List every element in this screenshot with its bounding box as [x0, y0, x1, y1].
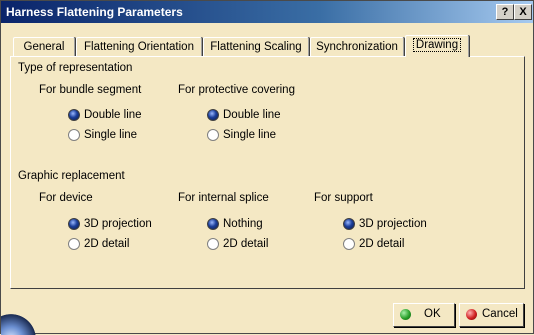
- window-title: Harness Flattening Parameters: [6, 5, 183, 19]
- covering-single-line-radio[interactable]: [207, 129, 219, 141]
- tab-flattening-scaling[interactable]: Flattening Scaling: [203, 37, 309, 56]
- support-2d-detail-radio[interactable]: [343, 238, 355, 250]
- close-button[interactable]: X: [514, 4, 532, 20]
- ok-button[interactable]: OK: [393, 303, 455, 327]
- replacement-heading: Graphic replacement: [18, 170, 125, 182]
- support-3d-projection-label[interactable]: 3D projection: [359, 218, 427, 230]
- tab-general[interactable]: General: [13, 37, 75, 56]
- splice-nothing-label[interactable]: Nothing: [223, 218, 263, 230]
- help-button[interactable]: ?: [496, 4, 514, 20]
- bundle-single-line-label[interactable]: Single line: [84, 129, 137, 141]
- device-label: For device: [39, 192, 93, 204]
- device-3d-projection-label[interactable]: 3D projection: [84, 218, 152, 230]
- ok-label: OK: [424, 308, 441, 320]
- drawing-panel: Type of representation For bundle segmen…: [10, 56, 525, 289]
- internal-splice-label: For internal splice: [178, 192, 269, 204]
- ok-icon: [400, 309, 411, 320]
- bundle-single-line-radio[interactable]: [68, 129, 80, 141]
- covering-single-line-label[interactable]: Single line: [223, 129, 276, 141]
- bundle-double-line-radio[interactable]: [68, 109, 80, 121]
- splice-nothing-radio[interactable]: [207, 218, 219, 230]
- support-3d-projection-radio[interactable]: [343, 218, 355, 230]
- title-bar[interactable]: Harness Flattening Parameters ? X: [1, 1, 533, 23]
- device-3d-projection-radio[interactable]: [68, 218, 80, 230]
- bundle-double-line-label[interactable]: Double line: [84, 109, 142, 121]
- protective-covering-label: For protective covering: [178, 84, 295, 96]
- support-2d-detail-label[interactable]: 2D detail: [359, 238, 404, 250]
- covering-double-line-label[interactable]: Double line: [223, 109, 281, 121]
- device-2d-detail-radio[interactable]: [68, 238, 80, 250]
- decorative-globe-icon: [1, 311, 41, 335]
- tab-flattening-orientation[interactable]: Flattening Orientation: [76, 37, 202, 56]
- covering-double-line-radio[interactable]: [207, 109, 219, 121]
- splice-2d-detail-radio[interactable]: [207, 238, 219, 250]
- representation-heading: Type of representation: [18, 62, 133, 74]
- support-label: For support: [314, 192, 373, 204]
- tab-synchronization[interactable]: Synchronization: [310, 37, 404, 56]
- cancel-button[interactable]: Cancel: [459, 303, 524, 327]
- splice-2d-detail-label[interactable]: 2D detail: [223, 238, 268, 250]
- device-2d-detail-label[interactable]: 2D detail: [84, 238, 129, 250]
- bundle-segment-label: For bundle segment: [39, 84, 142, 96]
- cancel-icon: [466, 309, 477, 320]
- tab-drawing[interactable]: Drawing: [405, 35, 469, 57]
- dialog-window: Harness Flattening Parameters ? X Genera…: [0, 0, 534, 335]
- cancel-label: Cancel: [482, 308, 518, 320]
